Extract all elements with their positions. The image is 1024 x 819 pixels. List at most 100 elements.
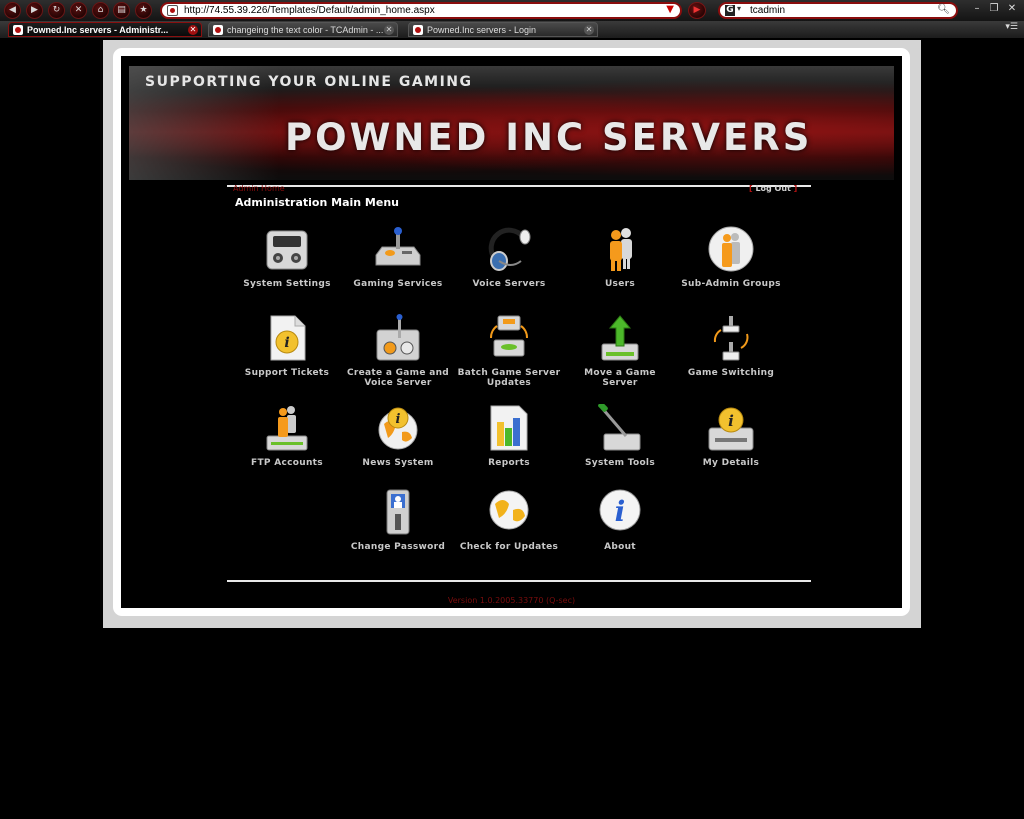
page-content: SUPPORTING YOUR ONLINE GAMING POWNED INC… bbox=[121, 56, 902, 608]
users-icon bbox=[596, 225, 644, 273]
address-dropdown-icon[interactable]: ▼ bbox=[666, 4, 674, 15]
game-switch-icon bbox=[707, 314, 755, 362]
joystick-create-icon bbox=[374, 314, 422, 362]
logout-link[interactable]: [ Log Out ] bbox=[749, 184, 797, 193]
print-button[interactable]: ▤ bbox=[113, 2, 130, 19]
search-engine-dropdown-icon[interactable]: ▾ bbox=[737, 4, 741, 13]
tab-favicon-icon bbox=[13, 25, 23, 35]
search-engine-icon[interactable]: G bbox=[725, 5, 735, 16]
banner-title: POWNED INC SERVERS bbox=[285, 116, 813, 159]
menu-item-label: News System bbox=[362, 458, 434, 468]
batch-update-icon bbox=[485, 314, 533, 362]
control-panel-icon bbox=[263, 225, 311, 273]
svg-text:i: i bbox=[615, 495, 626, 528]
search-icon[interactable]: 🔍︎ bbox=[937, 4, 950, 15]
menu-item-label: Check for Updates bbox=[459, 542, 559, 552]
menu-item-change-password[interactable]: Change Password bbox=[343, 488, 453, 568]
menu-item-voice-servers[interactable]: Voice Servers bbox=[454, 225, 564, 305]
menu-item-news-system[interactable]: i News System bbox=[343, 404, 453, 484]
tab-forum[interactable]: changeing the text color - TCAdmin - ...… bbox=[208, 22, 398, 37]
news-globe-icon: i bbox=[374, 404, 422, 452]
banner-tagline: SUPPORTING YOUR ONLINE GAMING bbox=[145, 74, 473, 90]
reload-button[interactable]: ↻ bbox=[48, 2, 65, 19]
headset-icon bbox=[485, 225, 533, 273]
tab-favicon-icon bbox=[213, 25, 223, 35]
menu-item-support-tickets[interactable]: i Support Tickets bbox=[232, 314, 342, 394]
menu-item-label: Batch Game Server Updates bbox=[457, 368, 561, 388]
tab-bar: Powned.Inc servers - Administr... ✕ chan… bbox=[0, 21, 1024, 38]
logout-label[interactable]: Log Out bbox=[755, 184, 790, 193]
menu-item-system-settings[interactable]: System Settings bbox=[232, 225, 342, 305]
info-document-icon: i bbox=[263, 314, 311, 362]
menu-item-my-details[interactable]: i My Details bbox=[676, 404, 786, 484]
restore-button[interactable]: ❐ bbox=[987, 2, 1001, 16]
menu-item-label: FTP Accounts bbox=[251, 458, 323, 468]
tab-favicon-icon bbox=[413, 25, 423, 35]
menu-item-system-tools[interactable]: System Tools bbox=[565, 402, 675, 484]
tab-close-icon[interactable]: ✕ bbox=[384, 25, 394, 35]
tab-close-icon[interactable]: ✕ bbox=[584, 25, 594, 35]
tab-label: Powned.Inc servers - Login bbox=[427, 25, 537, 35]
menu-item-users[interactable]: Users bbox=[565, 225, 675, 305]
version-text: Version 1.0.2005.33770 (Q-sec) bbox=[447, 596, 576, 605]
menu-item-label: System Settings bbox=[243, 279, 331, 289]
page-title: Administration Main Menu bbox=[235, 196, 399, 209]
site-favicon-icon bbox=[167, 5, 178, 16]
ftp-user-icon bbox=[263, 404, 311, 452]
menu-item-create-game-voice[interactable]: Create a Game and Voice Server bbox=[343, 314, 453, 394]
menu-item-move-game-server[interactable]: Move a Game Server bbox=[565, 314, 675, 394]
page-frame: SUPPORTING YOUR ONLINE GAMING POWNED INC… bbox=[103, 40, 921, 628]
menu-item-label: About bbox=[604, 542, 636, 552]
tab-admin[interactable]: Powned.Inc servers - Administr... ✕ bbox=[8, 22, 202, 37]
menu-item-check-updates[interactable]: Check for Updates bbox=[454, 488, 564, 568]
move-server-icon bbox=[596, 314, 644, 362]
password-icon bbox=[374, 488, 422, 536]
menu-item-label: Sub-Admin Groups bbox=[681, 279, 781, 289]
bottom-divider bbox=[227, 580, 811, 582]
forward-button[interactable]: ▶ bbox=[26, 2, 43, 19]
menu-item-label: Create a Game and Voice Server bbox=[346, 368, 450, 388]
svg-text:i: i bbox=[284, 335, 289, 351]
search-input[interactable]: tcadmin bbox=[750, 5, 785, 16]
home-button[interactable]: ⌂ bbox=[92, 2, 109, 19]
close-window-button[interactable]: ✕ bbox=[1005, 2, 1019, 16]
search-box[interactable]: G ▾ tcadmin 🔍︎ bbox=[718, 2, 958, 19]
menu-item-batch-updates[interactable]: Batch Game Server Updates bbox=[454, 314, 564, 394]
menu-item-label: Gaming Services bbox=[353, 279, 443, 289]
tab-close-icon[interactable]: ✕ bbox=[188, 25, 198, 35]
menu-item-about[interactable]: i About bbox=[565, 488, 675, 568]
tab-label: Powned.Inc servers - Administr... bbox=[27, 25, 169, 35]
menu-item-game-switching[interactable]: Game Switching bbox=[676, 314, 786, 394]
joystick-icon bbox=[374, 225, 422, 273]
tab-list-icon[interactable]: ▾☰ bbox=[1005, 22, 1018, 32]
bookmarks-button[interactable]: ★ bbox=[135, 2, 152, 19]
menu-item-label: Users bbox=[604, 279, 636, 289]
menu-item-reports[interactable]: Reports bbox=[454, 404, 564, 484]
stop-button[interactable]: ✕ bbox=[70, 2, 87, 19]
menu-item-label: Support Tickets bbox=[244, 368, 330, 378]
minimize-button[interactable]: – bbox=[970, 2, 984, 16]
menu-item-label: Voice Servers bbox=[472, 279, 546, 289]
go-button[interactable]: ▶ bbox=[688, 2, 706, 19]
address-text[interactable]: http://74.55.39.226/Templates/Default/ad… bbox=[184, 5, 435, 16]
page-panel: SUPPORTING YOUR ONLINE GAMING POWNED INC… bbox=[113, 48, 910, 616]
browser-toolbar: ◀ ▶ ↻ ✕ ⌂ ▤ ★ http://74.55.39.226/Templa… bbox=[0, 0, 1024, 22]
menu-item-sub-admin-groups[interactable]: Sub-Admin Groups bbox=[676, 225, 786, 305]
menu-item-label: Change Password bbox=[350, 542, 446, 552]
reports-icon bbox=[485, 404, 533, 452]
menu-item-label: My Details bbox=[702, 458, 760, 468]
menu-item-ftp-accounts[interactable]: FTP Accounts bbox=[232, 404, 342, 484]
menu-item-label: Game Switching bbox=[687, 368, 775, 378]
svg-text:i: i bbox=[728, 412, 734, 430]
breadcrumb[interactable]: Admin Home bbox=[233, 184, 285, 193]
address-bar[interactable]: http://74.55.39.226/Templates/Default/ad… bbox=[160, 2, 682, 19]
back-button[interactable]: ◀ bbox=[4, 2, 21, 19]
menu-item-gaming-services[interactable]: Gaming Services bbox=[343, 225, 453, 305]
menu-item-label: System Tools bbox=[585, 458, 655, 468]
tools-icon bbox=[596, 402, 644, 452]
user-group-icon bbox=[707, 225, 755, 273]
tab-label: changeing the text color - TCAdmin - ... bbox=[227, 25, 384, 35]
my-details-icon: i bbox=[707, 404, 755, 452]
globe-update-icon bbox=[485, 488, 533, 536]
tab-login[interactable]: Powned.Inc servers - Login ✕ bbox=[408, 22, 598, 37]
